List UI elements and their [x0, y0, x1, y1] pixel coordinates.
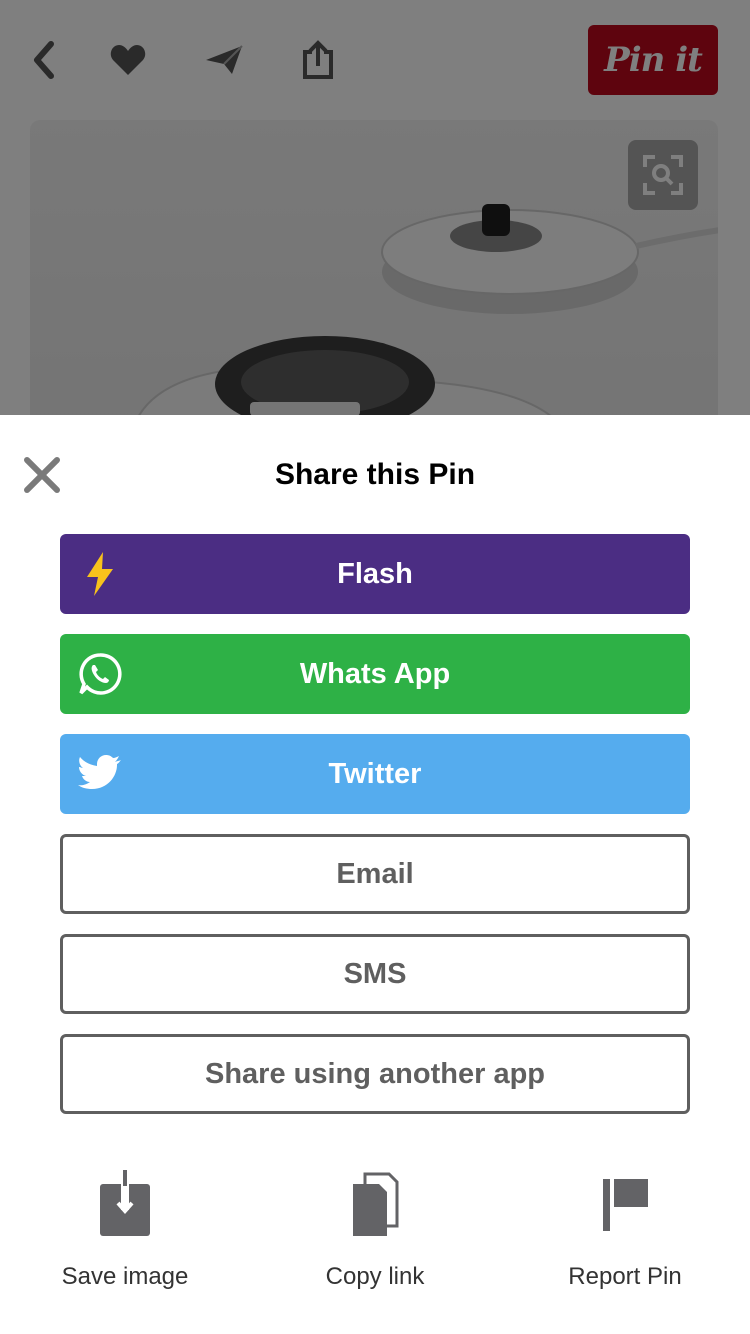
whatsapp-share-button[interactable]: Whats App	[60, 634, 690, 714]
email-label: Email	[336, 857, 414, 890]
share-another-app-button[interactable]: Share using another app	[60, 1034, 690, 1114]
pin-background: Pin it	[0, 0, 750, 415]
flash-label: Flash	[337, 557, 413, 590]
modal-overlay[interactable]	[0, 0, 750, 415]
share-another-app-label: Share using another app	[205, 1057, 545, 1090]
report-pin-action[interactable]: Report Pin	[500, 1165, 750, 1305]
download-icon	[0, 1165, 250, 1245]
save-image-label: Save image	[61, 1263, 189, 1290]
flash-share-button[interactable]: Flash	[60, 534, 690, 614]
copy-link-label: Copy link	[325, 1263, 425, 1290]
twitter-label: Twitter	[328, 757, 422, 790]
twitter-icon	[78, 752, 122, 796]
copy-link-action[interactable]: Copy link	[250, 1165, 500, 1305]
sms-share-button[interactable]: SMS	[60, 934, 690, 1014]
flag-icon	[500, 1165, 750, 1245]
whatsapp-icon	[78, 652, 122, 696]
lightning-icon	[78, 552, 122, 596]
share-sheet: Share this Pin Flash Whats App Twitter E…	[0, 415, 750, 1334]
sms-label: SMS	[343, 957, 407, 990]
twitter-share-button[interactable]: Twitter	[60, 734, 690, 814]
whatsapp-label: Whats App	[299, 657, 451, 690]
copy-icon	[250, 1165, 500, 1245]
save-image-action[interactable]: Save image	[0, 1165, 250, 1305]
sheet-title: Share this Pin	[274, 458, 476, 491]
email-share-button[interactable]: Email	[60, 834, 690, 914]
report-pin-label: Report Pin	[568, 1263, 682, 1290]
